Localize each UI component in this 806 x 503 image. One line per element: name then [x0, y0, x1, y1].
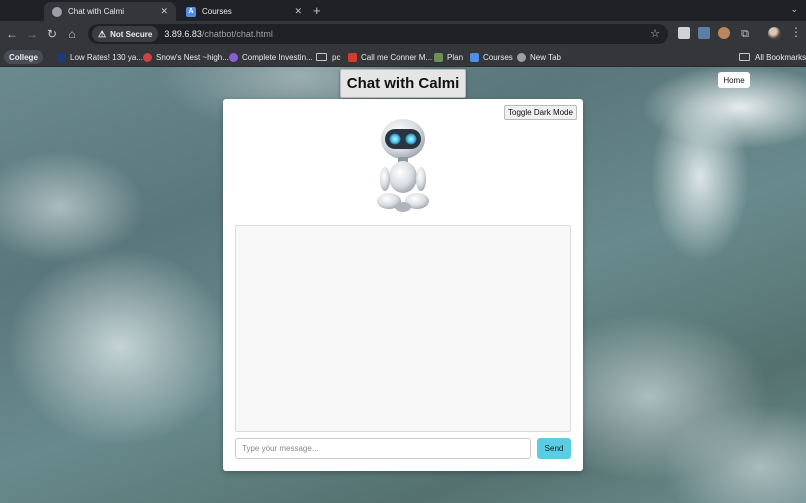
close-icon[interactable]: ✕	[294, 6, 302, 17]
avatar[interactable]	[768, 27, 781, 40]
address-bar[interactable]: ⚠ Not Secure 3.89.6.83/chatbot/chat.html…	[88, 24, 668, 44]
bookmark-complete-investing[interactable]: Complete Investin...	[229, 50, 313, 64]
chat-messages-area[interactable]	[235, 225, 571, 432]
globe-icon	[517, 52, 526, 62]
folder-icon	[316, 53, 327, 61]
menu-icon[interactable]: ⋮	[790, 25, 802, 39]
bookmark-call-me-conner[interactable]: Call me Conner M...	[348, 50, 432, 64]
bookmark-college[interactable]: College	[4, 50, 43, 64]
bookmark-snows-nest[interactable]: Snow's Nest ~high...	[143, 50, 229, 64]
forward-icon[interactable]: →	[24, 26, 40, 42]
tab-strip: Chat with Calmi ✕ A Courses ✕ + ⌄	[0, 0, 806, 21]
tab-title: Courses	[202, 7, 232, 16]
chevron-down-icon[interactable]: ⌄	[790, 4, 798, 15]
bookmarks-bar: College Low Rates! 130 ya... Snow's Nest…	[0, 47, 806, 67]
puzzle-icon[interactable]: ⧉	[737, 26, 753, 42]
bookmark-label: Low Rates! 130 ya...	[70, 52, 143, 62]
bookmark-label: pc	[332, 52, 341, 62]
bookmark-label: Complete Investin...	[242, 52, 313, 62]
bookmark-label: Snow's Nest ~high...	[156, 52, 229, 62]
security-chip[interactable]: ⚠ Not Secure	[92, 26, 159, 42]
star-icon[interactable]: ☆	[650, 27, 660, 40]
url-host: 3.89.6.83	[164, 29, 202, 39]
bookmark-low-rates[interactable]: Low Rates! 130 ya...	[57, 50, 143, 64]
message-input[interactable]	[235, 438, 531, 459]
send-button[interactable]: Send	[537, 438, 571, 459]
page-content: Chat with Calmi Home Toggle Dark Mode Ty…	[0, 67, 806, 503]
close-icon[interactable]: ✕	[160, 6, 168, 17]
url-text[interactable]: 3.89.6.83/chatbot/chat.html	[164, 29, 273, 39]
bookmark-icon	[143, 52, 152, 62]
bookmark-courses[interactable]: Courses	[470, 50, 513, 64]
reload-icon[interactable]: ↻	[44, 26, 60, 42]
home-icon[interactable]: ⌂	[64, 26, 80, 42]
warning-icon: ⚠	[98, 28, 107, 39]
robot-mascot-image	[377, 119, 429, 212]
tab-courses[interactable]: A Courses ✕	[178, 2, 310, 21]
tab-chat-with-calmi[interactable]: Chat with Calmi ✕	[44, 2, 176, 21]
bookmark-label: College	[9, 52, 38, 62]
bookmark-plan[interactable]: Plan	[434, 50, 463, 64]
new-tab-icon[interactable]: +	[313, 3, 321, 18]
extension-icon[interactable]	[718, 27, 730, 39]
bookmark-icon	[229, 52, 238, 62]
folder-icon	[739, 53, 750, 61]
browser-toolbar: ← → ↻ ⌂ ⚠ Not Secure 3.89.6.83/chatbot/c…	[0, 21, 806, 47]
bookmark-label: Call me Conner M...	[361, 52, 433, 62]
page-title: Chat with Calmi	[340, 69, 466, 98]
toggle-dark-mode-button[interactable]: Toggle Dark Mode	[504, 105, 577, 120]
globe-icon	[52, 6, 62, 17]
bookmark-icon	[470, 52, 479, 62]
bookmark-icon	[57, 52, 66, 62]
bookmark-icon	[434, 52, 443, 62]
courses-icon: A	[186, 6, 196, 17]
home-button[interactable]: Home	[718, 72, 750, 88]
bookmark-label: New Tab	[530, 52, 561, 62]
url-path: /chatbot/chat.html	[201, 29, 273, 39]
bookmark-folder-pc[interactable]: pc	[316, 50, 340, 64]
extension-icon[interactable]	[678, 27, 690, 39]
tab-title: Chat with Calmi	[68, 7, 125, 16]
back-icon[interactable]: ←	[4, 26, 20, 42]
bookmark-label: Courses	[483, 52, 513, 62]
chat-card: Toggle Dark Mode Type your message... Se…	[223, 99, 583, 471]
security-label: Not Secure	[110, 29, 153, 39]
all-bookmarks-label: All Bookmarks	[755, 52, 806, 62]
all-bookmarks[interactable]: All Bookmarks	[739, 50, 806, 64]
bookmark-icon	[348, 52, 357, 62]
bookmark-label: Plan	[447, 52, 464, 62]
extension-icon[interactable]	[698, 27, 710, 39]
bookmark-new-tab[interactable]: New Tab	[517, 50, 561, 64]
